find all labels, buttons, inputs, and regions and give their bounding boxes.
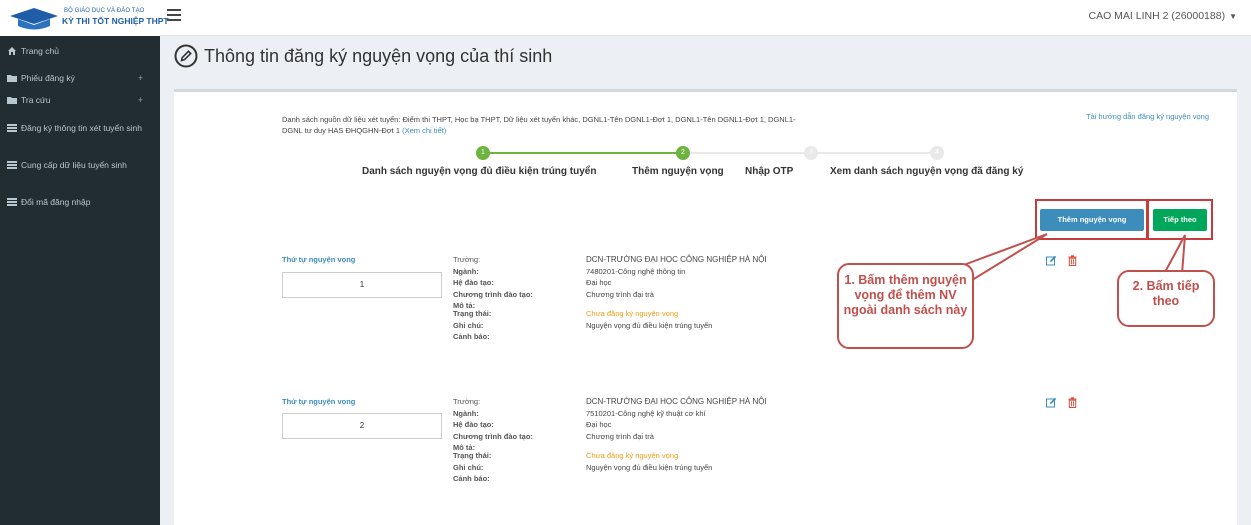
- major-value: 7480201-Công nghệ thông tin: [586, 266, 686, 276]
- list-icon: [7, 198, 17, 206]
- step-2-dot: 2: [676, 146, 690, 160]
- program-value: Chương trình đại trà: [586, 289, 654, 299]
- next-button[interactable]: Tiếp theo: [1153, 209, 1207, 231]
- folder-icon: [7, 97, 17, 104]
- sidebar-item-admission-registration[interactable]: Đăng ký thông tin xét tuyển sinh: [0, 123, 160, 134]
- warning-value: [586, 332, 767, 344]
- callout-next: 2. Bấm tiếp theo: [1117, 270, 1215, 327]
- school-value: DCN-TRƯỜNG ĐẠI HỌC CÔNG NGHIỆP HÀ NỘI: [586, 397, 767, 406]
- school-value: DCN-TRƯỜNG ĐẠI HỌC CÔNG NGHIỆP HÀ NỘI: [586, 255, 767, 264]
- sidebar-item-label: Tra cứu: [21, 95, 51, 105]
- add-wish-button[interactable]: Thêm nguyện vọng: [1040, 209, 1144, 231]
- level-value: Đại học: [586, 420, 612, 429]
- menu-toggle-icon[interactable]: [167, 9, 181, 23]
- order-label: Thứ tự nguyện vọng: [282, 397, 356, 406]
- sidebar-item-registration-form[interactable]: Phiếu đăng ký +: [0, 73, 160, 84]
- record-2-actions: [1046, 397, 1078, 408]
- blank-panel: [902, 197, 1030, 245]
- trash-icon[interactable]: [1067, 255, 1078, 266]
- data-sources-text: Danh sách nguồn dữ liệu xét tuyển: Điểm …: [282, 115, 796, 135]
- record-1-labels: Trường: Ngành: Hệ đào tạo: Chương trình …: [453, 255, 533, 341]
- sidebar-item-lookup[interactable]: Tra cứu +: [0, 95, 160, 106]
- desc-value: [586, 301, 767, 309]
- edit-icon: [174, 44, 198, 68]
- sidebar-item-change-password[interactable]: Đổi mã đăng nhập: [0, 197, 160, 208]
- expand-icon[interactable]: +: [138, 73, 143, 84]
- record-1-actions: [1046, 255, 1078, 266]
- list-icon: [7, 124, 17, 132]
- sidebar-item-label: Đổi mã đăng nhập: [21, 197, 91, 207]
- order-input[interactable]: 1: [282, 272, 442, 298]
- page-title-text: Thông tin đăng ký nguyện vọng của thí si…: [204, 45, 553, 66]
- edit-icon[interactable]: [1046, 255, 1057, 266]
- user-name: CAO MAI LINH 2 (26000188): [1088, 10, 1226, 22]
- user-menu[interactable]: CAO MAI LINH 2 (26000188) ▼: [1089, 10, 1237, 22]
- page-title: Thông tin đăng ký nguyện vọng của thí si…: [174, 44, 552, 68]
- note-value: Nguyện vọng đủ điều kiện trúng tuyển: [586, 320, 713, 330]
- main-content-box: Danh sách nguồn dữ liệu xét tuyển: Điểm …: [174, 89, 1237, 525]
- order-input[interactable]: 2: [282, 413, 442, 439]
- sidebar-item-label: Đăng ký thông tin xét tuyển sinh: [21, 123, 142, 133]
- logo-text-ministry: BỘ GIÁO DỤC VÀ ĐÀO TẠO: [64, 8, 145, 14]
- step-4-label: Xem danh sách nguyện vọng đã đăng ký: [830, 166, 1024, 177]
- status-value: Chưa đăng ký nguyện vọng: [586, 309, 679, 318]
- trash-icon[interactable]: [1067, 397, 1078, 408]
- folder-icon: [7, 75, 17, 82]
- warning-value: [586, 474, 767, 486]
- step-3-label: Nhập OTP: [745, 166, 794, 177]
- record-1-values: DCN-TRƯỜNG ĐẠI HỌC CÔNG NGHIỆP HÀ NỘI 74…: [586, 255, 767, 344]
- top-navbar: BỘ GIÁO DỤC VÀ ĐÀO TẠO KỲ THI TỐT NGHIỆP…: [0, 0, 1251, 36]
- record-2-values: DCN-TRƯỜNG ĐẠI HỌC CÔNG NGHIỆP HÀ NỘI 75…: [586, 397, 767, 486]
- sidebar-item-home[interactable]: Trang chủ: [0, 46, 160, 57]
- step-1-dot: 1: [476, 146, 490, 160]
- record-2-labels: Trường: Ngành: Hệ đào tạo: Chương trình …: [453, 397, 533, 483]
- note-value: Nguyện vọng đủ điều kiện trúng tuyển: [586, 462, 713, 472]
- sidebar-item-label: Phiếu đăng ký: [21, 73, 75, 83]
- logo[interactable]: BỘ GIÁO DỤC VÀ ĐÀO TẠO KỲ THI TỐT NGHIỆP…: [0, 0, 169, 36]
- caret-down-icon: ▼: [1229, 12, 1237, 21]
- program-value: Chương trình đại trà: [586, 431, 654, 441]
- major-value: 7510201-Công nghệ kỹ thuật cơ khí: [586, 408, 706, 418]
- order-label: Thứ tự nguyện vọng: [282, 255, 356, 264]
- level-value: Đại học: [586, 278, 612, 287]
- stepper-progress-line: [484, 152, 683, 154]
- step-4-dot: 4: [930, 146, 944, 160]
- step-1-label: Danh sách nguyện vọng đủ điều kiện trúng…: [362, 166, 597, 177]
- sidebar-item-label: Cung cấp dữ liệu tuyển sinh: [21, 160, 127, 170]
- view-details-link[interactable]: (Xem chi tiết): [402, 126, 446, 135]
- sidebar: Trang chủ Phiếu đăng ký + Tra cứu + Đăng…: [0, 36, 160, 525]
- logo-text-exam: KỲ THI TỐT NGHIỆP THPT: [62, 16, 169, 26]
- status-value: Chưa đăng ký nguyện vọng: [586, 451, 679, 460]
- step-2-label: Thêm nguyện vọng: [632, 166, 724, 177]
- step-3-dot: 3: [804, 146, 818, 160]
- sidebar-item-provide-data[interactable]: Cung cấp dữ liệu tuyển sinh: [0, 160, 160, 171]
- desc-value: [586, 443, 767, 451]
- expand-icon[interactable]: +: [138, 95, 143, 106]
- download-guide-link[interactable]: Tải hướng dẫn đăng ký nguyện vọng: [1086, 112, 1209, 121]
- list-icon: [7, 161, 17, 169]
- edit-icon[interactable]: [1046, 397, 1057, 408]
- sidebar-item-label: Trang chủ: [21, 46, 59, 56]
- home-icon: [8, 47, 16, 55]
- logo-emblem-icon: [10, 8, 58, 30]
- callout-add-wish: 1. Bấm thêm nguyện vọng để thêm NV ngoài…: [837, 263, 974, 349]
